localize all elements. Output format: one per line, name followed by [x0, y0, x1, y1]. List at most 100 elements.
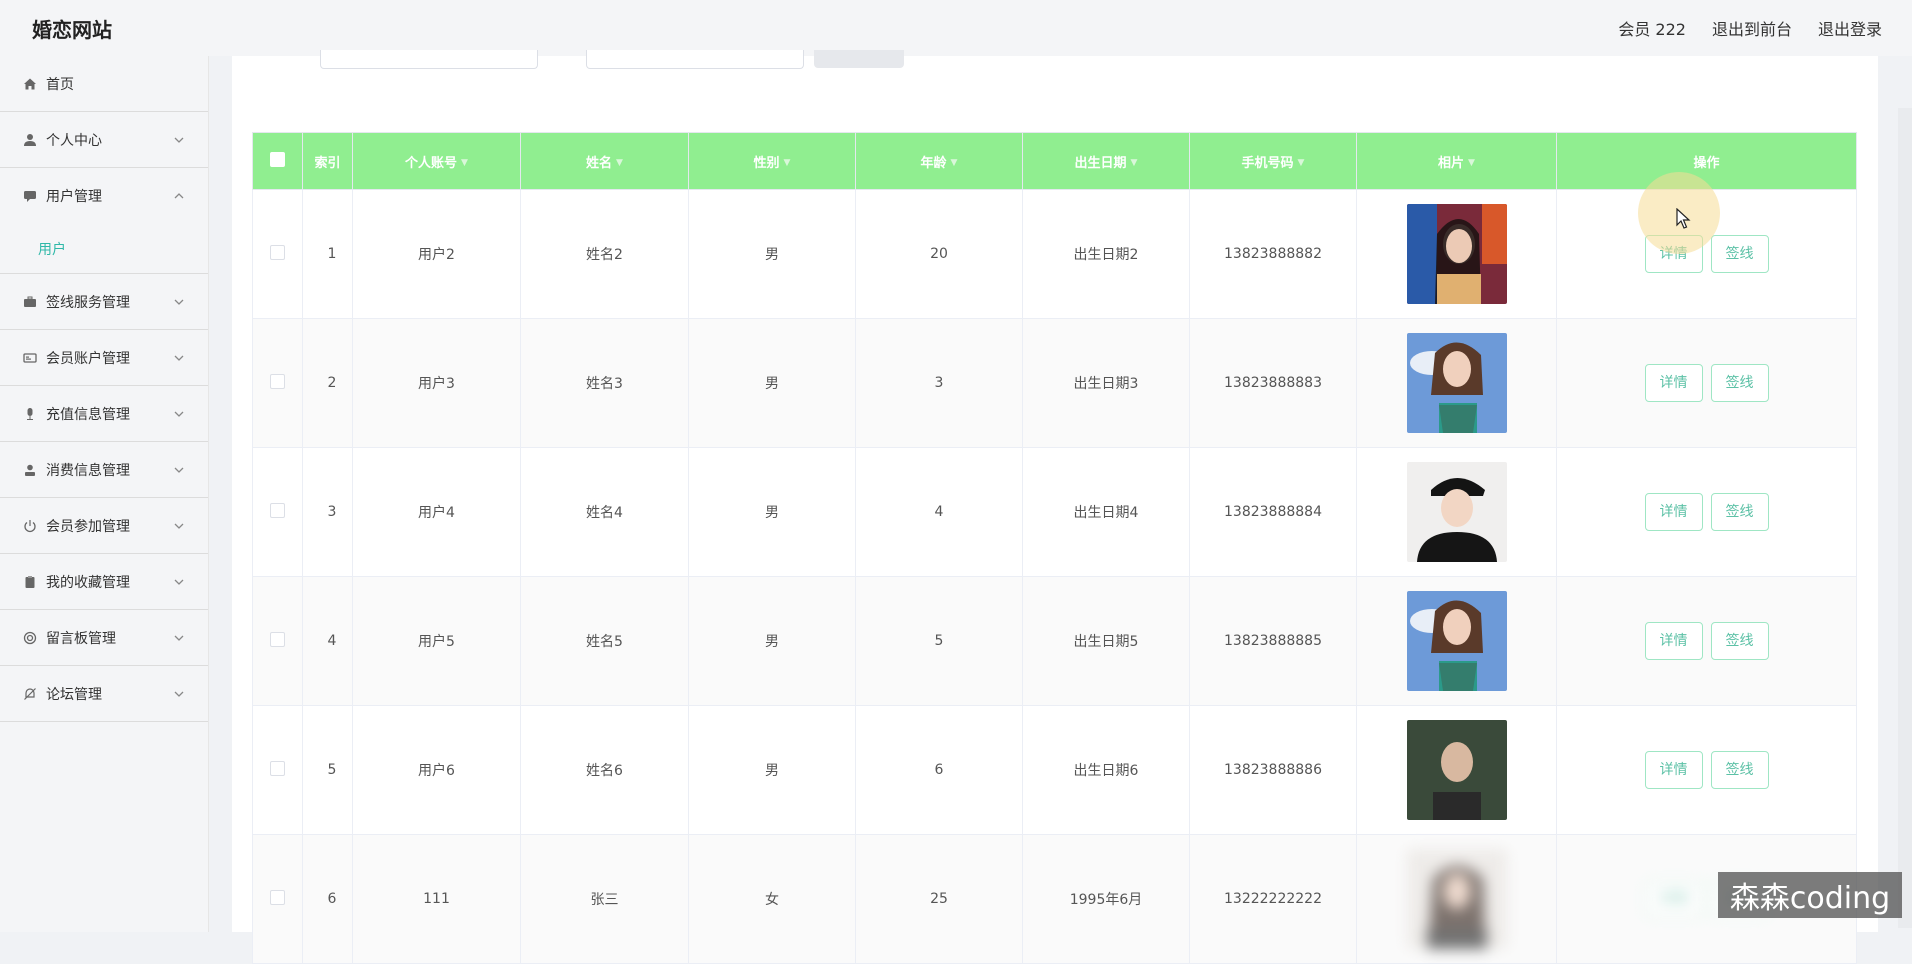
row-actions: 详情签线 [1556, 447, 1857, 577]
row-index: 2 [302, 318, 353, 448]
select-all-checkbox[interactable] [270, 151, 285, 167]
sort-icon[interactable]: ▼ [951, 158, 958, 168]
user-photo[interactable] [1406, 849, 1507, 949]
search-button[interactable] [814, 50, 904, 68]
user-photo[interactable] [1406, 333, 1507, 433]
row-gender: 女 [688, 834, 856, 964]
sidebar-item-member-join[interactable]: 会员参加管理 [0, 498, 208, 554]
row-checkbox-cell[interactable] [252, 189, 303, 319]
row-account: 用户4 [352, 447, 521, 577]
row-phone: 13823888883 [1189, 318, 1357, 448]
sidebar-item-personal[interactable]: 个人中心 [0, 112, 208, 168]
account-search-input[interactable] [320, 50, 538, 69]
sidebar-item-consume[interactable]: 消费信息管理 [0, 442, 208, 498]
chevron-down-icon [174, 411, 184, 417]
mouse-cursor-icon [1676, 208, 1691, 229]
sign-button[interactable]: 签线 [1710, 364, 1769, 402]
row-birth: 出生日期3 [1022, 318, 1190, 448]
chevron-down-icon [174, 635, 184, 641]
page-scrollbar[interactable] [1898, 108, 1912, 928]
row-gender: 男 [688, 705, 856, 835]
table-row: 1 用户2 姓名2 男 20 出生日期2 13823888882 详情 签线 [252, 189, 1857, 319]
row-name: 姓名5 [520, 576, 689, 706]
row-phone: 13823888885 [1189, 576, 1357, 706]
sidebar-subitem-user[interactable]: 用户 [0, 224, 208, 274]
sidebar-item-user-manage[interactable]: 用户管理 [0, 168, 208, 224]
user-photo[interactable] [1406, 720, 1507, 820]
sidebar-item-service[interactable]: 签线服务管理 [0, 274, 208, 330]
row-photo-cell [1356, 576, 1557, 706]
sign-button[interactable]: 签线 [1710, 751, 1769, 789]
sign-button[interactable]: 签线 [1710, 622, 1769, 660]
logout-link[interactable]: 退出登录 [1818, 16, 1882, 40]
user-photo[interactable] [1406, 591, 1507, 691]
chevron-down-icon [174, 137, 184, 143]
row-age: 6 [855, 705, 1023, 835]
sort-icon[interactable]: ▼ [784, 158, 791, 168]
sidebar-item-forum[interactable]: 论坛管理 [0, 666, 208, 722]
detail-button[interactable]: 详情 [1644, 622, 1703, 660]
row-checkbox[interactable] [270, 760, 285, 776]
chevron-down-icon [174, 579, 184, 585]
column-header: 操作 [1556, 132, 1857, 190]
user-photo[interactable] [1406, 204, 1507, 304]
table-row: 3 用户4 姓名4 男 4 出生日期4 13823888884 详情 签线 [252, 447, 1857, 577]
user-photo[interactable] [1406, 462, 1507, 562]
bell-off-icon [22, 686, 38, 702]
row-checkbox[interactable] [270, 889, 285, 905]
sign-button[interactable]: 签线 [1710, 235, 1769, 273]
column-header[interactable]: 性别 ▼ [688, 132, 856, 190]
column-header[interactable]: 姓名 ▼ [520, 132, 689, 190]
exit-to-front-link[interactable]: 退出到前台 [1712, 16, 1792, 40]
row-checkbox[interactable] [270, 502, 285, 518]
target-icon [22, 630, 38, 646]
name-search-input[interactable] [586, 50, 804, 69]
sort-icon[interactable]: ▼ [616, 158, 623, 168]
home-icon [22, 76, 38, 92]
sort-icon[interactable]: ▼ [1298, 158, 1305, 168]
microphone-icon [22, 406, 38, 422]
row-checkbox[interactable] [270, 244, 285, 260]
row-photo-cell [1356, 834, 1557, 964]
sidebar-item-home[interactable]: 首页 [0, 56, 208, 112]
row-checkbox[interactable] [270, 631, 285, 647]
row-index: 4 [302, 576, 353, 706]
table-row: 2 用户3 姓名3 男 3 出生日期3 13823888883 详情 签线 [252, 318, 1857, 448]
row-checkbox-cell[interactable] [252, 447, 303, 577]
row-checkbox-cell[interactable] [252, 834, 303, 964]
detail-button[interactable]: 详情 [1644, 493, 1703, 531]
row-name: 姓名6 [520, 705, 689, 835]
row-checkbox[interactable] [270, 373, 285, 389]
sign-button[interactable]: 签线 [1710, 493, 1769, 531]
column-header[interactable]: 个人账号 ▼ [352, 132, 521, 190]
row-actions: 详情签线 [1556, 318, 1857, 448]
row-age: 5 [855, 576, 1023, 706]
user-icon [22, 132, 38, 148]
detail-button[interactable]: 详情 [1644, 880, 1703, 918]
sidebar-item-recharge[interactable]: 充值信息管理 [0, 386, 208, 442]
sidebar-item-favorites[interactable]: 我的收藏管理 [0, 554, 208, 610]
column-header[interactable]: 出生日期 ▼ [1022, 132, 1190, 190]
column-header[interactable]: 年龄 ▼ [855, 132, 1023, 190]
row-checkbox-cell[interactable] [252, 576, 303, 706]
column-header[interactable]: 相片 ▼ [1356, 132, 1557, 190]
row-age: 3 [855, 318, 1023, 448]
sort-icon[interactable]: ▼ [1468, 158, 1475, 168]
sidebar-item-message-board[interactable]: 留言板管理 [0, 610, 208, 666]
row-checkbox-cell[interactable] [252, 318, 303, 448]
detail-button[interactable]: 详情 [1644, 751, 1703, 789]
sidebar-item-member-account[interactable]: 会员账户管理 [0, 330, 208, 386]
sort-icon[interactable]: ▼ [461, 158, 468, 168]
row-account: 用户2 [352, 189, 521, 319]
column-header[interactable]: 手机号码 ▼ [1189, 132, 1357, 190]
row-account: 用户3 [352, 318, 521, 448]
row-phone: 13823888884 [1189, 447, 1357, 577]
chevron-down-icon [174, 355, 184, 361]
sort-icon[interactable]: ▼ [1131, 158, 1138, 168]
row-index: 6 [302, 834, 353, 964]
select-all-cell[interactable] [252, 132, 303, 190]
row-checkbox-cell[interactable] [252, 705, 303, 835]
chevron-down-icon [174, 523, 184, 529]
row-name: 张三 [520, 834, 689, 964]
detail-button[interactable]: 详情 [1644, 364, 1703, 402]
